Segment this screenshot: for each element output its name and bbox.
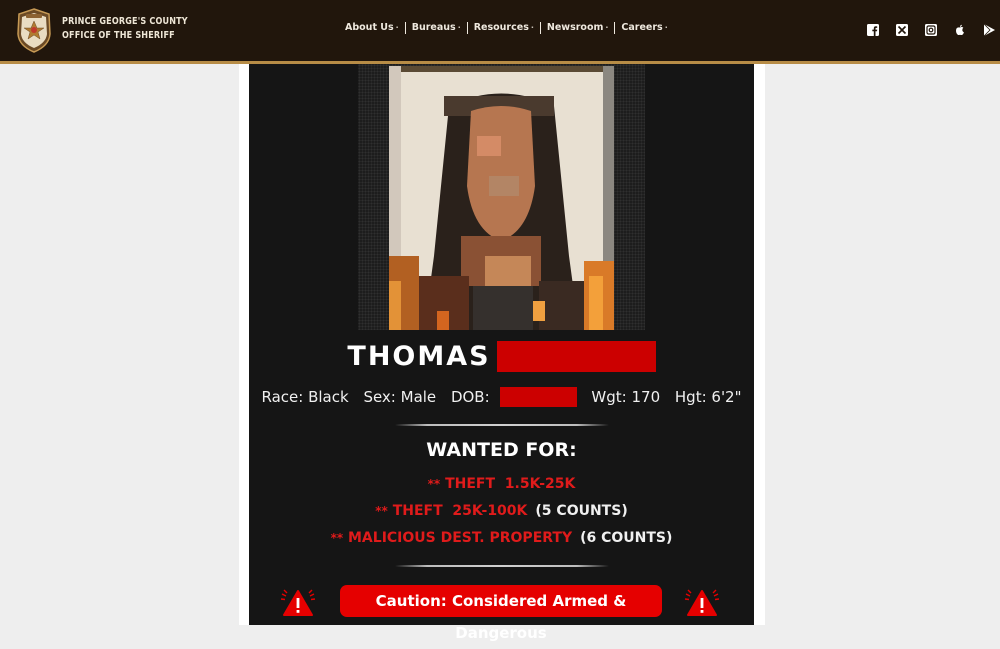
suspect-details: Race: Black Sex: Male DOB: Wgt: 170 Hgt:… [249,387,754,407]
dropdown-indicator-icon: · [395,23,399,32]
charge-item: ** THEFT 1.5K-25K [249,476,754,492]
redacted-dob [499,387,577,407]
charge-text: MALICIOUS DEST. PROPERTY [348,530,573,546]
nav-resources[interactable]: Resources · [468,22,541,34]
nav-bureaus[interactable]: Bureaus · [406,22,468,34]
sheriff-badge-logo[interactable] [16,8,52,53]
weight-field: Wgt: 170 [591,387,661,406]
brand-line-2: OFFICE OF THE SHERIFF [62,30,175,41]
dob-label: DOB: [450,387,490,406]
height-field: Hgt: 6'2" [674,387,742,406]
warning-triangle-icon [280,589,316,616]
dropdown-indicator-icon: · [605,23,609,32]
charge-item: ** MALICIOUS DEST. PROPERTY (6 COUNTS) [249,530,754,546]
dropdown-indicator-icon: · [457,23,461,32]
nav-label: About Us [345,22,394,33]
brand-line-1: PRINCE GEORGE'S COUNTY [62,16,188,27]
dropdown-indicator-icon: · [530,23,534,32]
charge-text: THEFT 25K-100K [392,503,528,519]
charge-prefix: ** [375,504,388,518]
instagram-icon[interactable] [924,23,938,37]
nav-label: Newsroom [546,22,604,33]
divider-bottom [395,565,609,567]
pixelated-mugshot-image [389,66,614,330]
charge-counts: (6 COUNTS) [580,530,673,546]
redacted-last-name [496,341,656,372]
suspect-name: THOMAS [249,341,754,372]
brand-title[interactable]: PRINCE GEORGE'S COUNTY OFFICE OF THE SHE… [62,15,188,43]
charge-prefix: ** [330,531,344,545]
x-twitter-icon[interactable] [895,23,909,37]
charge-prefix: ** [427,477,441,491]
main-nav: About Us · Bureaus · Resources · Newsroom · … [345,22,674,34]
main-content: THOMAS Race: Black Sex: Male DOB: Wgt: 1… [239,61,765,642]
wanted-poster: THOMAS Race: Black Sex: Male DOB: Wgt: 1… [249,61,754,642]
nav-label: Bureaus [411,22,456,33]
apple-app-store-icon[interactable] [953,23,967,37]
warning-triangle-icon [684,589,720,616]
nav-label: Careers [621,22,663,33]
facebook-icon[interactable] [866,23,880,37]
nav-newsroom[interactable]: Newsroom · [541,22,616,34]
caution-banner: Caution: Considered Armed & Dangerous [340,585,662,642]
social-links [866,23,996,37]
suspect-first-name: THOMAS [347,341,491,372]
race-field: Race: Black [261,387,349,406]
sex-field: Sex: Male [363,387,437,406]
google-play-icon[interactable] [982,23,996,37]
charge-text: THEFT 1.5K-25K [445,476,576,492]
wanted-for-heading: WANTED FOR: [426,439,577,461]
site-header: PRINCE GEORGE'S COUNTY OFFICE OF THE SHE… [0,0,1000,64]
nav-about-us[interactable]: About Us · [345,22,406,34]
dropdown-indicator-icon: · [664,23,668,32]
divider-top [395,424,609,426]
nav-label: Resources [473,22,529,33]
charge-item: ** THEFT 25K-100K (5 COUNTS) [249,503,754,519]
charge-counts: (5 COUNTS) [535,503,628,519]
mugshot-frame [358,64,645,330]
nav-careers[interactable]: Careers · [615,22,673,34]
